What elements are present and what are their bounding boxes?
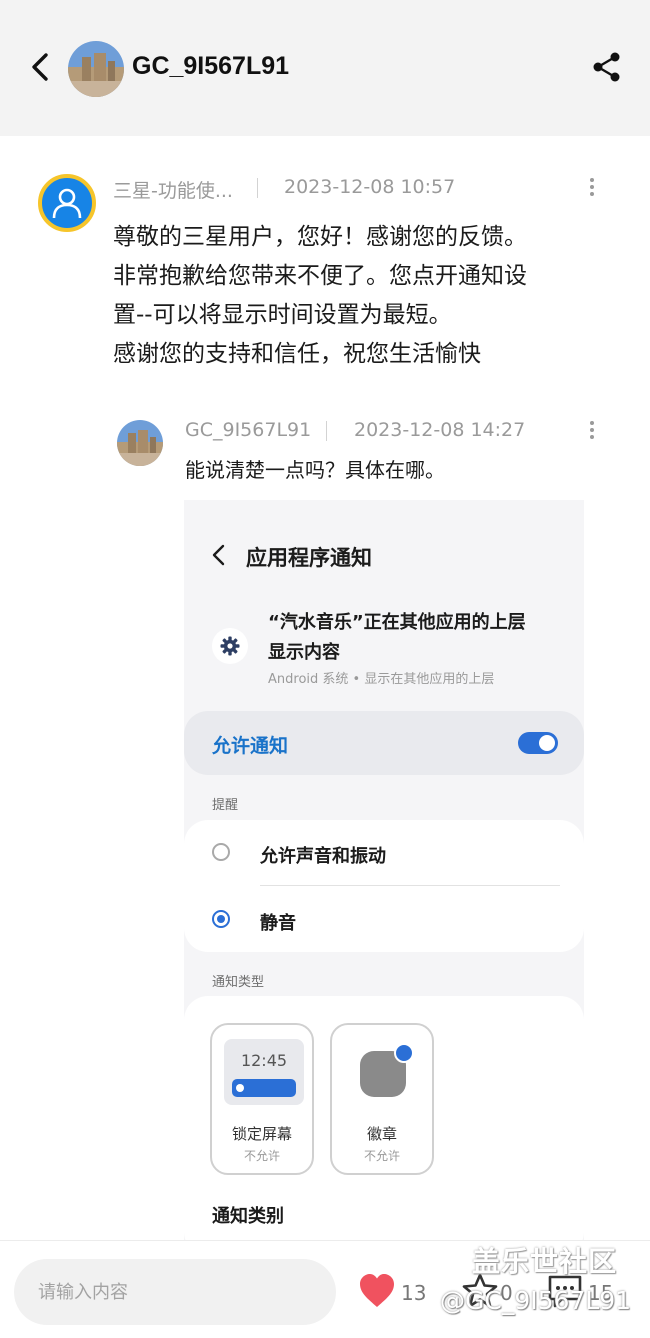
- allow-notifications-toggle: [518, 732, 558, 754]
- comment-line: 感谢您的支持和信任，祝您生活愉快: [113, 341, 481, 367]
- comment-line: 尊敬的三星用户，您好！感谢您的反馈。: [113, 224, 527, 250]
- comment-input[interactable]: [14, 1259, 336, 1325]
- notification-types: 12:45 锁定屏幕 不允许 徽章 不允许 通知类别: [184, 996, 584, 1240]
- comment-time: 2023-12-08 10:57: [284, 176, 456, 198]
- radio-sound-vibrate: [212, 843, 230, 861]
- lock-screen-tile: 12:45 锁定屏幕 不允许: [210, 1023, 314, 1175]
- app-title-line: 显示内容: [268, 642, 340, 663]
- heart-icon[interactable]: [358, 1271, 396, 1311]
- comment-line: 非常抱歉给您带来不便了。您点开通知设: [113, 263, 527, 289]
- comment-author[interactable]: 三星-功能使...: [113, 176, 233, 203]
- avatar[interactable]: [68, 41, 124, 97]
- section-label: 提醒: [212, 798, 239, 813]
- lock-time: 12:45: [240, 1051, 288, 1070]
- watermark-handle: @GC_9I567L91: [440, 1286, 632, 1315]
- divider: [326, 421, 327, 441]
- tile-status: 不允许: [243, 1149, 280, 1163]
- app-title-line: “汽水音乐”正在其他应用的上层: [268, 612, 526, 633]
- option-label: 允许声音和振动: [260, 846, 386, 867]
- share-icon[interactable]: [590, 50, 624, 84]
- badge-dot-icon: [394, 1043, 414, 1063]
- tile-label: 徽章: [366, 1125, 397, 1143]
- user-icon: [52, 188, 82, 219]
- comment-thread: 三星-功能使... 2023-12-08 10:57 尊敬的三星用户，您好！感谢…: [0, 136, 650, 1240]
- category-label: 通知类别: [212, 1206, 284, 1227]
- page-title: GC_9I567L91: [132, 52, 290, 80]
- comment-line: 置--可以将显示时间设置为最短。: [113, 302, 452, 328]
- lock-screen-preview: 12:45: [224, 1039, 304, 1105]
- attached-screenshot[interactable]: 应用程序通知 “汽水音乐”正在其他应用的上层 显示内容 Android 系统 •…: [184, 500, 584, 1240]
- back-arrow-icon: [212, 544, 225, 566]
- radio-silent: [212, 910, 230, 928]
- option-label: 静音: [260, 913, 296, 934]
- more-vert-icon[interactable]: [588, 178, 596, 200]
- watermark: 盖乐世社区: [472, 1245, 618, 1278]
- tile-status: 不允许: [363, 1149, 400, 1163]
- screenshot-title: 应用程序通知: [246, 546, 372, 570]
- section-label: 通知类型: [212, 975, 265, 990]
- reminder-options: 允许声音和振动 静音: [184, 820, 584, 952]
- like-count: 13: [401, 1281, 427, 1305]
- avatar[interactable]: [117, 420, 163, 466]
- divider: [260, 885, 560, 886]
- tile-label: 锁定屏幕: [231, 1125, 292, 1143]
- app-subtitle: Android 系统 • 显示在其他应用的上层: [268, 672, 495, 687]
- comment-body: 能说清楚一点吗？具体在哪。: [185, 458, 445, 482]
- comment-author[interactable]: GC_9I567L91: [185, 419, 311, 441]
- allow-notifications-label: 允许通知: [212, 735, 289, 757]
- allow-notifications-row: 允许通知: [184, 711, 584, 775]
- divider: [257, 178, 258, 198]
- more-vert-icon[interactable]: [588, 421, 596, 443]
- badge-tile: 徽章 不允许: [330, 1023, 434, 1175]
- settings-gear-icon: [212, 628, 248, 664]
- comment-body: 尊敬的三星用户，您好！感谢您的反馈。 非常抱歉给您带来不便了。您点开通知设 置-…: [113, 218, 603, 374]
- comment-time: 2023-12-08 14:27: [354, 419, 526, 441]
- back-arrow-icon[interactable]: [22, 48, 58, 86]
- avatar[interactable]: [38, 174, 96, 232]
- notification-bar: [232, 1079, 296, 1097]
- top-bar: GC_9I567L91: [0, 0, 650, 136]
